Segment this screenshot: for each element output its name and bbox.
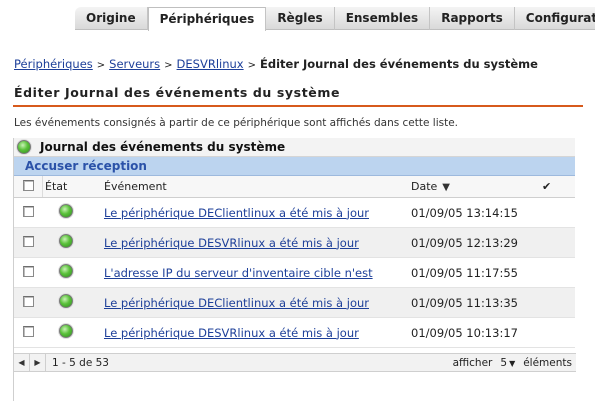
page-size-select[interactable]: 5 ▼ bbox=[500, 357, 515, 369]
event-date: 01/09/05 10:13:17 bbox=[411, 325, 518, 340]
chevron-down-icon: ▼ bbox=[509, 358, 516, 368]
event-log-panel: Journal des événements du système Accuse… bbox=[13, 138, 576, 401]
tab-rapports[interactable]: Rapports bbox=[430, 7, 515, 30]
status-ok-icon bbox=[59, 234, 73, 248]
chevron-left-icon: ◀ bbox=[18, 358, 25, 367]
table-row: Le périphérique DESVRlinux a été mis à j… bbox=[14, 318, 575, 348]
event-link[interactable]: Le périphérique DESVRlinux a été mis à j… bbox=[104, 326, 359, 340]
column-header-date[interactable]: Date ▼ bbox=[411, 180, 450, 193]
breadcrumb-link-peripheriques[interactable]: Périphériques bbox=[14, 57, 93, 71]
event-link[interactable]: L'adresse IP du serveur d'inventaire cib… bbox=[104, 266, 373, 280]
select-all-checkbox[interactable] bbox=[23, 179, 34, 191]
row-checkbox[interactable] bbox=[23, 325, 34, 337]
breadcrumb-current: Éditer Journal des événements du système bbox=[260, 57, 538, 71]
event-date: 01/09/05 11:13:35 bbox=[411, 295, 518, 310]
column-header-state[interactable]: État bbox=[45, 180, 67, 193]
table-header: État Événement Date ▼ ✔ bbox=[14, 176, 575, 198]
panel-title: Journal des événements du système bbox=[40, 140, 286, 154]
table-row: L'adresse IP du serveur d'inventaire cib… bbox=[14, 258, 575, 288]
page-title: Éditer Journal des événements du système bbox=[14, 85, 341, 100]
tab-origine[interactable]: Origine bbox=[75, 7, 148, 30]
event-link[interactable]: Le périphérique DEClientlinux a été mis … bbox=[104, 296, 369, 310]
event-date: 01/09/05 11:17:55 bbox=[411, 265, 518, 280]
panel-header: Journal des événements du système bbox=[14, 138, 575, 157]
event-link[interactable]: Le périphérique DESVRlinux a été mis à j… bbox=[104, 236, 359, 250]
chevron-right-icon: ▶ bbox=[34, 358, 41, 367]
breadcrumb-link-serveurs[interactable]: Serveurs bbox=[109, 57, 160, 71]
pagination-range: 1 - 5 de 53 bbox=[52, 356, 109, 369]
page-description: Les événements consignés à partir de ce … bbox=[14, 117, 459, 129]
action-bar: Accuser réception bbox=[14, 157, 575, 176]
breadcrumb-separator: > bbox=[247, 60, 256, 71]
event-date: 01/09/05 13:14:15 bbox=[411, 205, 518, 220]
event-date: 01/09/05 12:13:29 bbox=[411, 235, 518, 250]
pagination-bar: ◀ ▶ 1 - 5 de 53 afficher 5 ▼ éléments bbox=[14, 353, 576, 372]
status-ok-icon bbox=[59, 294, 73, 308]
breadcrumb: Périphériques > Serveurs > DESVRlinux > Éditer… bbox=[14, 57, 538, 71]
page-size-unit: éléments bbox=[523, 356, 572, 369]
page-size-label: afficher bbox=[452, 356, 493, 369]
table-row: Le périphérique DEClientlinux a été mis … bbox=[14, 198, 575, 228]
status-ok-icon bbox=[59, 204, 73, 218]
previous-page-button[interactable]: ◀ bbox=[14, 353, 30, 372]
breadcrumb-separator: > bbox=[96, 60, 106, 71]
breadcrumb-separator: > bbox=[164, 60, 173, 71]
next-page-button[interactable]: ▶ bbox=[30, 353, 46, 372]
sort-descending-icon[interactable]: ▼ bbox=[442, 182, 450, 193]
checkmark-icon: ✔ bbox=[542, 180, 552, 193]
table-row: Le périphérique DEClientlinux a été mis … bbox=[14, 288, 575, 318]
table-row: Le périphérique DESVRlinux a été mis à j… bbox=[14, 228, 575, 258]
tab-peripheriques[interactable]: Périphériques bbox=[147, 7, 267, 31]
top-nav: Origine Périphériques Règles Ensembles R… bbox=[75, 7, 595, 31]
tab-configuration[interactable]: Configuration bbox=[515, 7, 595, 30]
tab-regles[interactable]: Règles bbox=[266, 7, 335, 30]
row-checkbox[interactable] bbox=[23, 295, 34, 307]
column-header-event[interactable]: Événement bbox=[104, 180, 167, 193]
row-checkbox[interactable] bbox=[23, 265, 34, 277]
row-checkbox[interactable] bbox=[23, 205, 34, 217]
status-ok-icon bbox=[59, 264, 73, 278]
status-ok-icon bbox=[59, 324, 73, 338]
status-ok-icon bbox=[17, 140, 31, 154]
acknowledge-button[interactable]: Accuser réception bbox=[14, 157, 147, 175]
row-checkbox[interactable] bbox=[23, 235, 34, 247]
tab-ensembles[interactable]: Ensembles bbox=[335, 7, 431, 30]
breadcrumb-link-desvrlinux[interactable]: DESVRlinux bbox=[177, 57, 244, 71]
event-link[interactable]: Le périphérique DEClientlinux a été mis … bbox=[104, 206, 369, 220]
title-divider bbox=[13, 105, 583, 107]
